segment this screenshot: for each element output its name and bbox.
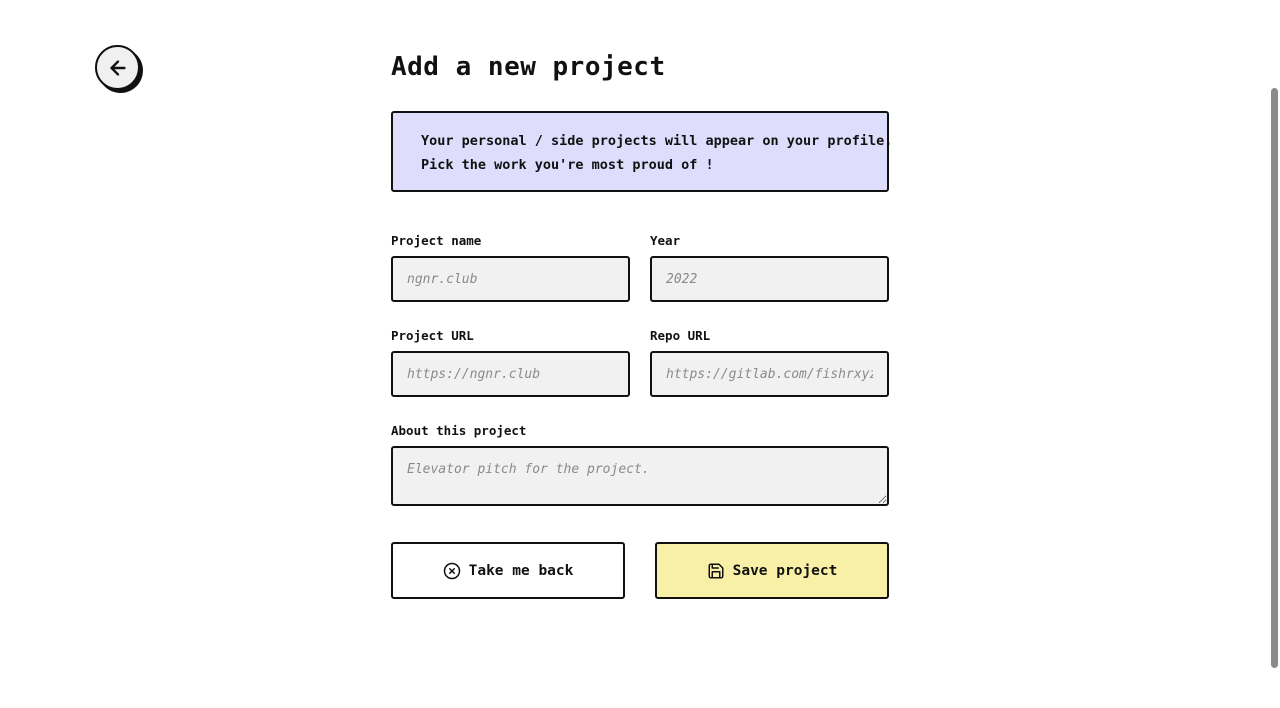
save-project-label: Save project bbox=[732, 562, 838, 579]
about-field: About this project bbox=[391, 423, 889, 510]
project-url-label: Project URL bbox=[391, 328, 474, 343]
project-url-field: Project URL bbox=[391, 328, 630, 397]
project-name-input[interactable] bbox=[391, 256, 630, 302]
info-banner: Your personal / side projects will appea… bbox=[391, 111, 893, 192]
info-line-1: Your personal / side projects will appea… bbox=[421, 133, 893, 149]
repo-url-field: Repo URL bbox=[650, 328, 889, 397]
page-title: Add a new project bbox=[391, 52, 666, 82]
repo-url-label: Repo URL bbox=[650, 328, 711, 343]
project-name-field: Project name bbox=[391, 233, 630, 302]
repo-url-input[interactable] bbox=[650, 351, 889, 397]
back-button[interactable] bbox=[95, 45, 140, 90]
main-content: Add a new project Your personal / side p… bbox=[391, 50, 893, 599]
about-textarea[interactable] bbox=[391, 446, 889, 506]
year-label: Year bbox=[650, 233, 681, 248]
save-project-button[interactable]: Save project bbox=[655, 542, 889, 599]
scrollbar-thumb[interactable] bbox=[1271, 88, 1278, 668]
info-line-2: Pick the work you're most proud of ! bbox=[421, 157, 714, 173]
add-project-page: Add a new project Your personal / side p… bbox=[0, 0, 1280, 708]
project-url-input[interactable] bbox=[391, 351, 630, 397]
arrow-left-icon bbox=[109, 59, 126, 76]
take-me-back-label: Take me back bbox=[468, 562, 574, 579]
row-urls: Project URL Repo URL bbox=[391, 328, 889, 397]
project-name-label: Project name bbox=[391, 233, 482, 248]
take-me-back-button[interactable]: Take me back bbox=[391, 542, 625, 599]
page-scrollbar[interactable] bbox=[1268, 0, 1280, 708]
floppy-disk-icon bbox=[708, 563, 724, 578]
about-label: About this project bbox=[391, 423, 527, 438]
row-name-year: Project name Year bbox=[391, 233, 889, 302]
year-field: Year bbox=[650, 233, 889, 302]
form-actions: Take me back Save project bbox=[391, 542, 889, 599]
x-circle-icon bbox=[443, 562, 460, 579]
year-input[interactable] bbox=[650, 256, 889, 302]
